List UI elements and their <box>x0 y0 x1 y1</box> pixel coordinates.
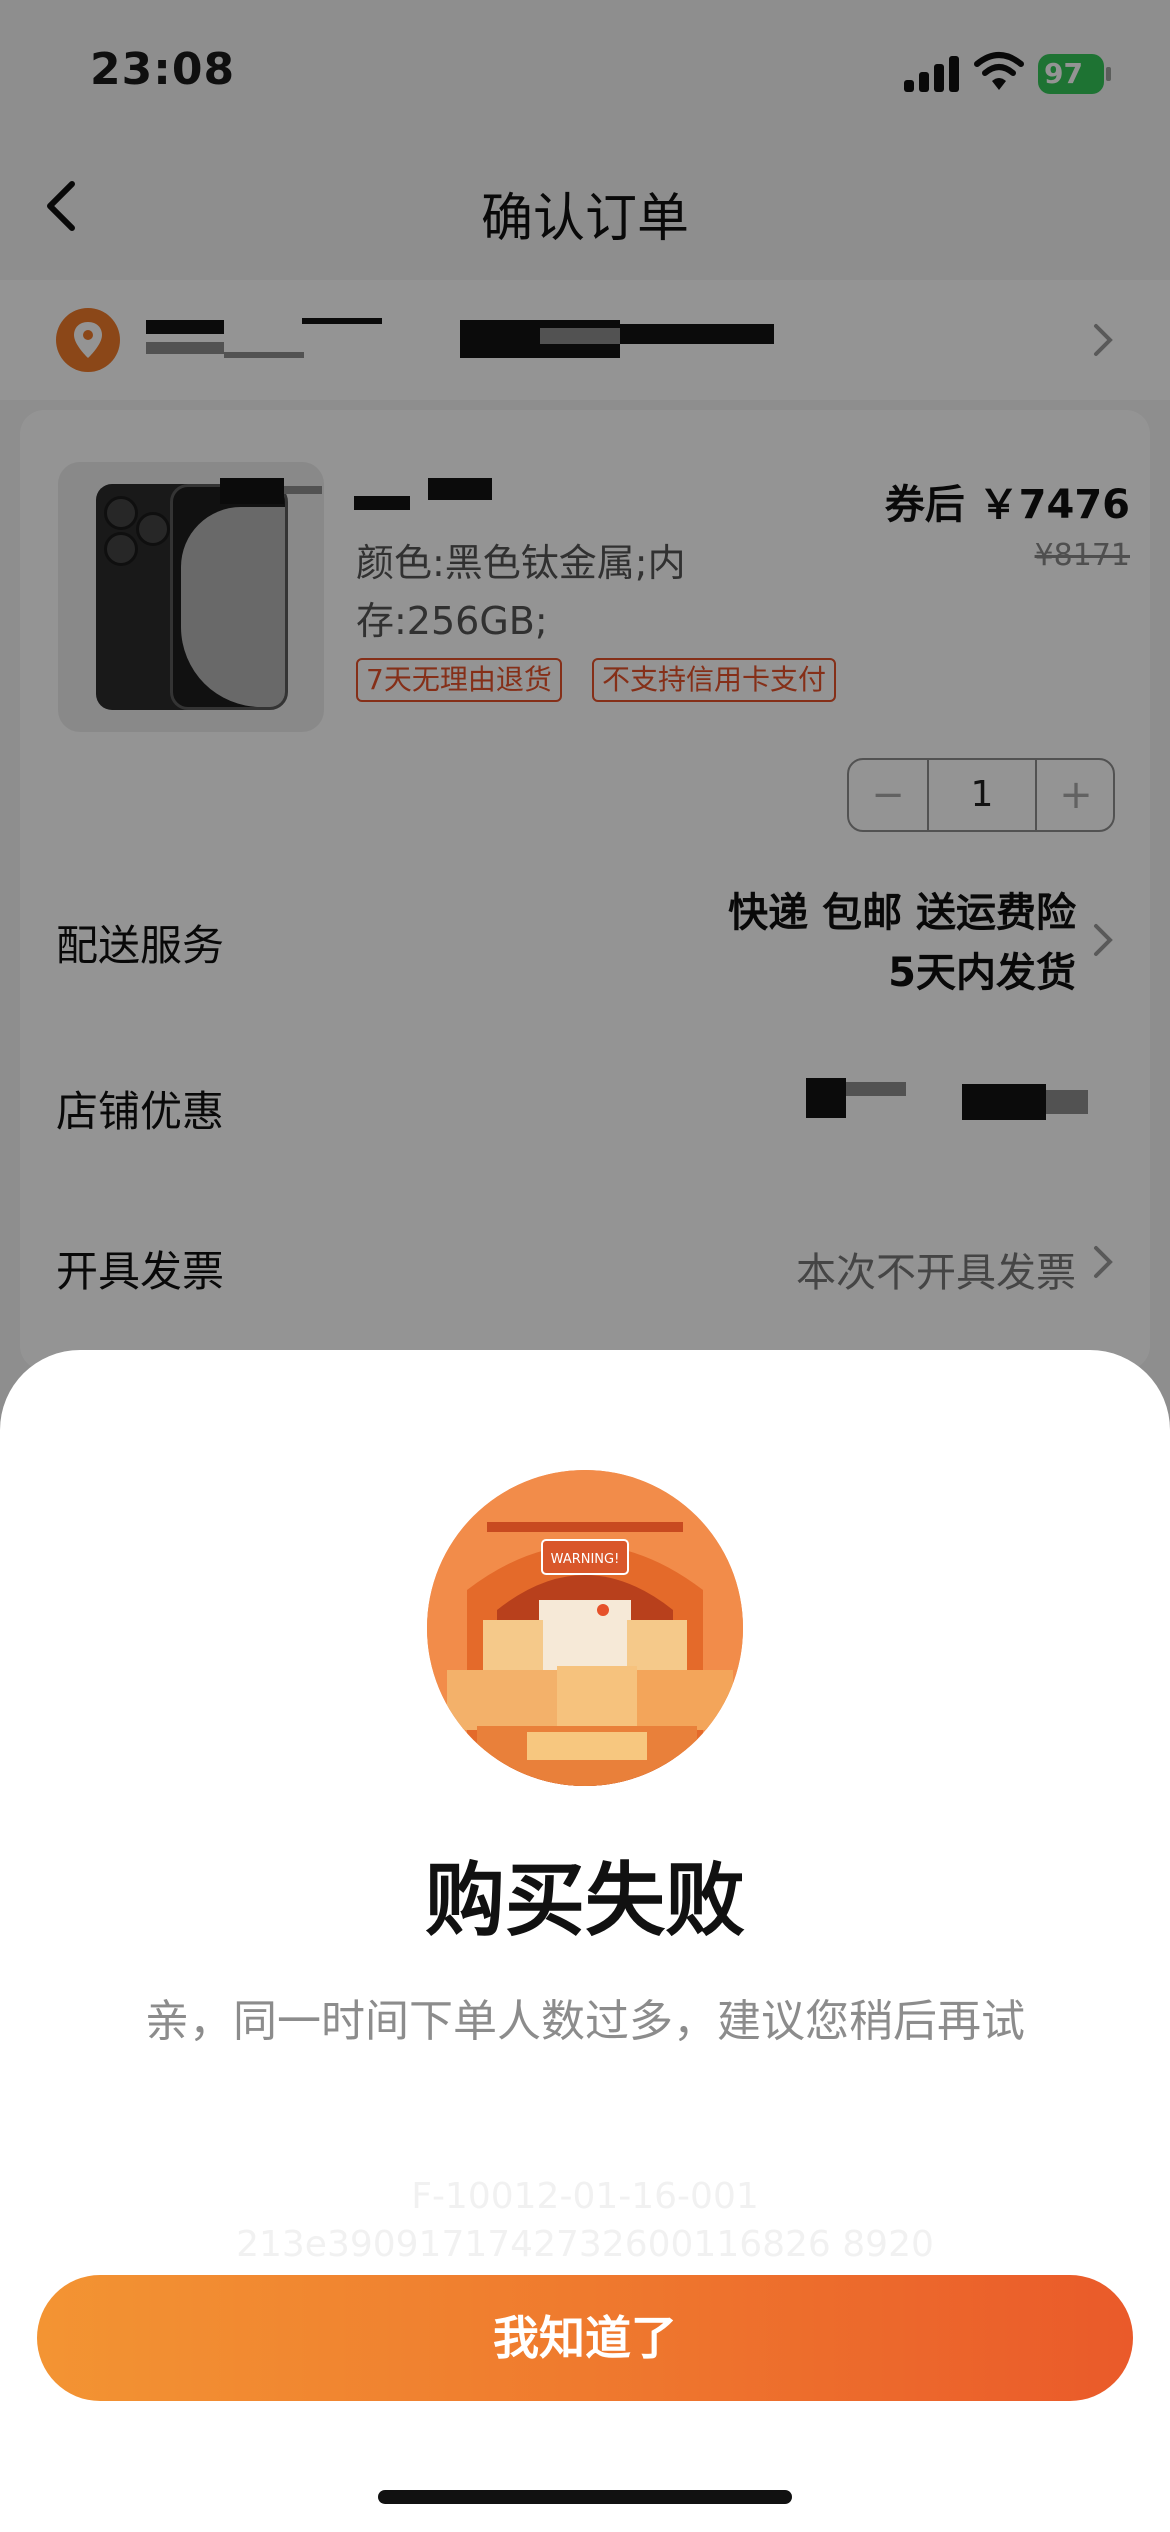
warning-sign-text: WARNING! <box>551 1552 620 1567</box>
purchase-failed-sheet: WARNING! 购买失败 亲，同一时间下单人数过多，建议您稍后再试 F-100… <box>0 1350 1170 2532</box>
fail-message: 亲，同一时间下单人数过多，建议您稍后再试 <box>145 1996 1025 2047</box>
fail-title: 购买失败 <box>425 1854 745 1947</box>
warning-truck-illustration: WARNING! <box>427 1470 743 1786</box>
error-code: F-10012-01-16-001 <box>411 2176 759 2217</box>
home-indicator[interactable] <box>378 2490 792 2504</box>
trace-id: 213e3909171742732600116826 8920 <box>236 2224 934 2265</box>
got-it-button[interactable]: 我知道了 <box>37 2275 1133 2401</box>
